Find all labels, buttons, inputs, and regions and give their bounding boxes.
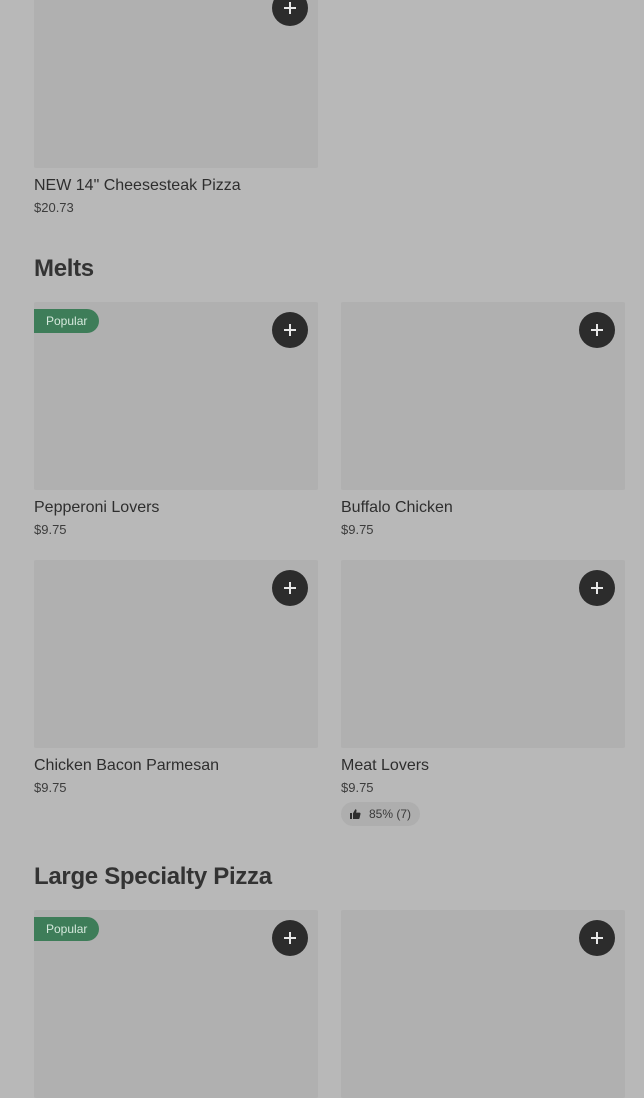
- rating-badge: 85% (7): [341, 802, 421, 826]
- add-to-cart-button[interactable]: [579, 920, 615, 956]
- section-title-large-specialty-pizza: Large Specialty Pizza: [34, 863, 272, 890]
- menu-item-price: $9.75: [34, 522, 67, 537]
- menu-item-card[interactable]: Popular Pepperoni Lovers $9.75: [34, 302, 318, 540]
- plus-icon: [284, 932, 296, 944]
- menu-item-price: $20.73: [34, 200, 74, 215]
- menu-item-image[interactable]: [341, 910, 625, 1098]
- menu-item-card[interactable]: Popular: [34, 910, 318, 1098]
- menu-item-card[interactable]: NEW 14" Cheesesteak Pizza $20.73: [34, 0, 318, 218]
- add-to-cart-button[interactable]: [272, 920, 308, 956]
- menu-item-image[interactable]: [341, 560, 625, 748]
- add-to-cart-button[interactable]: [272, 312, 308, 348]
- add-to-cart-button[interactable]: [579, 570, 615, 606]
- section-title-melts: Melts: [34, 255, 94, 282]
- popular-badge: Popular: [34, 917, 100, 941]
- menu-item-card[interactable]: Meat Lovers $9.75 85% (7): [341, 560, 625, 826]
- menu-item-image[interactable]: [34, 560, 318, 748]
- menu-item-image[interactable]: [34, 0, 318, 168]
- plus-icon: [284, 324, 296, 336]
- thumbs-up-icon: [350, 809, 361, 819]
- menu-item-name[interactable]: Buffalo Chicken: [341, 496, 625, 520]
- plus-icon: [284, 582, 296, 594]
- menu-item-card[interactable]: [341, 910, 625, 1098]
- add-to-cart-button[interactable]: [579, 312, 615, 348]
- menu-item-name[interactable]: Pepperoni Lovers: [34, 496, 318, 520]
- menu-item-card[interactable]: Chicken Bacon Parmesan $9.75: [34, 560, 318, 798]
- add-to-cart-button[interactable]: [272, 0, 308, 26]
- menu-item-name[interactable]: Chicken Bacon Parmesan: [34, 754, 318, 778]
- plus-icon: [591, 932, 603, 944]
- plus-icon: [284, 2, 296, 14]
- menu-item-name[interactable]: NEW 14" Cheesesteak Pizza: [34, 174, 318, 198]
- plus-icon: [591, 324, 603, 336]
- menu-item-image[interactable]: [341, 302, 625, 490]
- add-to-cart-button[interactable]: [272, 570, 308, 606]
- menu-item-price: $9.75: [341, 780, 374, 795]
- menu-item-price: $9.75: [341, 522, 374, 537]
- rating-text: 85% (7): [369, 807, 412, 821]
- popular-badge: Popular: [34, 309, 100, 333]
- menu-item-name[interactable]: Meat Lovers: [341, 754, 625, 778]
- menu-item-image[interactable]: Popular: [34, 302, 318, 490]
- menu-item-image[interactable]: Popular: [34, 910, 318, 1098]
- plus-icon: [591, 582, 603, 594]
- menu-item-price: $9.75: [34, 780, 67, 795]
- menu-item-card[interactable]: Buffalo Chicken $9.75: [341, 302, 625, 540]
